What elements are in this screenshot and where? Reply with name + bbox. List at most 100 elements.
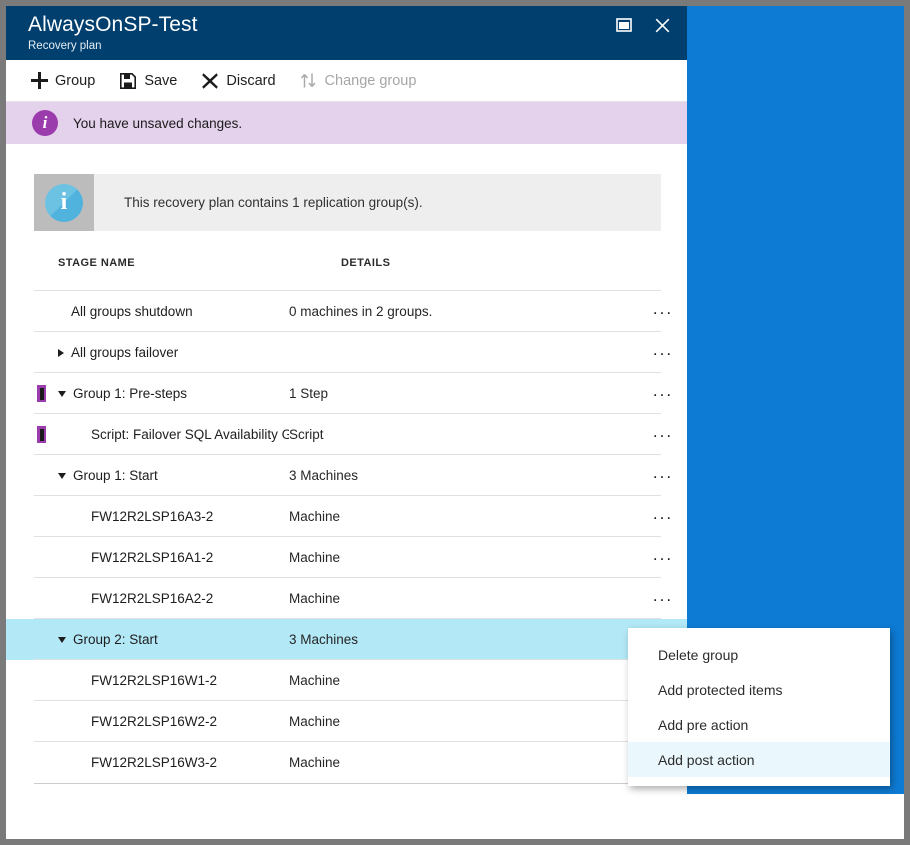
cell-details: Machine: [289, 673, 341, 688]
blade-title-bar: AlwaysOnSP-Test Recovery plan: [6, 6, 687, 60]
cell-details: Machine: [289, 591, 341, 606]
toggle-placeholder: [78, 676, 84, 685]
cell-stage-name: FW12R2LSP16W3-2: [6, 755, 289, 770]
toggle-placeholder: [78, 717, 84, 726]
cell-details: Machine: [289, 755, 341, 770]
page-title: AlwaysOnSP-Test: [28, 13, 198, 36]
change-group-label: Change group: [324, 72, 417, 89]
stage-name-label: FW12R2LSP16W2-2: [91, 714, 218, 729]
column-header-stage-name: STAGE NAME: [58, 257, 136, 269]
column-header-details: DETAILS: [341, 257, 391, 269]
chevron-down-icon[interactable]: [58, 472, 66, 479]
cell-stage-name: All groups shutdown: [6, 304, 289, 319]
cell-stage-name: FW12R2LSP16A1-2: [6, 550, 289, 565]
chevron-down-icon[interactable]: [58, 390, 66, 397]
table-row[interactable]: FW12R2LSP16A1-2 Machine...: [6, 536, 687, 578]
cell-details: 3 Machines: [289, 468, 359, 483]
row-more-button[interactable]: ...: [639, 464, 687, 484]
stage-name-label: FW12R2LSP16A2-2: [91, 591, 214, 606]
table-row[interactable]: FW12R2LSP16W3-2Machine...: [6, 741, 687, 784]
swap-arrows-icon: [300, 72, 318, 90]
toggle-placeholder: [58, 307, 64, 316]
cell-stage-name: All groups failover: [6, 345, 289, 360]
plus-icon: [30, 72, 48, 90]
chevron-right-icon[interactable]: [58, 348, 64, 357]
table-row[interactable]: FW12R2LSP16A2-2 Machine...: [6, 577, 687, 619]
table-row[interactable]: Group 2: Start3 Machines...: [6, 618, 687, 660]
table-header: STAGE NAME DETAILS: [6, 257, 687, 291]
stage-name-label: FW12R2LSP16A1-2: [91, 550, 214, 565]
row-separator: [34, 454, 661, 455]
save-button[interactable]: Save: [119, 72, 177, 90]
row-separator: [34, 741, 661, 742]
info-circle-large-icon: i: [45, 183, 83, 222]
cell-stage-name: FW12R2LSP16A3-2: [6, 509, 289, 524]
stage-name-label: FW12R2LSP16A3-2: [91, 509, 214, 524]
row-separator: [34, 618, 661, 619]
stage-name-label: All groups shutdown: [71, 304, 193, 319]
context-menu-item[interactable]: Add post action: [628, 742, 890, 777]
stage-name-label: Group 1: Pre-steps: [73, 386, 188, 401]
add-group-button[interactable]: Group: [30, 72, 95, 90]
toggle-placeholder: [78, 553, 84, 562]
replication-group-infobox: i This recovery plan contains 1 replicat…: [34, 174, 661, 231]
row-more-button[interactable]: ...: [639, 546, 687, 566]
screenshot-frame: AlwaysOnSP-Test Recovery plan Group Save…: [0, 0, 910, 845]
cell-details: 0 machines in 2 groups.: [289, 304, 433, 319]
infobox-icon-cell: i: [34, 174, 94, 231]
page-subtitle: Recovery plan: [28, 40, 102, 52]
unsaved-changes-text: You have unsaved changes.: [73, 115, 243, 131]
row-more-button[interactable]: ...: [639, 423, 687, 443]
cell-details: 3 Machines: [289, 632, 359, 647]
discard-label: Discard: [226, 72, 276, 89]
row-more-button[interactable]: ...: [639, 587, 687, 607]
discard-button[interactable]: Discard: [201, 72, 276, 90]
stages-table: STAGE NAME DETAILS All groups shutdown 0 …: [6, 257, 687, 784]
cell-details: Machine: [289, 714, 341, 729]
close-icon[interactable]: [651, 14, 673, 36]
stage-name-label: Group 1: Start: [73, 468, 158, 483]
table-row[interactable]: Group 1: Start 3 Machines...: [6, 454, 687, 496]
table-body: All groups shutdown 0 machines in 2 group…: [6, 290, 687, 784]
command-toolbar: Group Save Discard Change group: [6, 60, 687, 102]
table-row[interactable]: FW12R2LSP16W2-2Machine...: [6, 700, 687, 742]
change-group-button[interactable]: Change group: [300, 72, 417, 90]
row-more-button[interactable]: ...: [639, 341, 687, 361]
context-menu-item[interactable]: Add pre action: [628, 707, 890, 742]
row-more-button[interactable]: ...: [639, 382, 687, 402]
cell-stage-name: FW12R2LSP16W2-2: [6, 714, 289, 729]
cell-stage-name: Group 1: Pre-steps: [6, 386, 289, 401]
table-row[interactable]: All groups failover...: [6, 331, 687, 373]
chevron-down-icon[interactable]: [58, 636, 66, 643]
restore-icon[interactable]: [613, 14, 635, 36]
table-row[interactable]: Group 1: Pre-steps 1 Step...: [6, 372, 687, 414]
table-row[interactable]: FW12R2LSP16W1-2Machine...: [6, 659, 687, 701]
save-label: Save: [144, 72, 178, 89]
stage-name-label: Script: Failover SQL Availability Gro...: [91, 427, 289, 442]
cell-details: Script: [289, 427, 324, 442]
save-disk-icon: [119, 72, 137, 90]
row-separator: [34, 413, 661, 414]
window-controls: [613, 14, 673, 36]
cell-stage-name: FW12R2LSP16A2-2: [6, 591, 289, 606]
stage-name-label: FW12R2LSP16W3-2: [91, 755, 218, 770]
script-marker-icon: [37, 426, 46, 443]
row-separator: [34, 290, 661, 291]
row-context-menu: Delete group Add protected items Add pre a…: [628, 628, 890, 786]
add-group-label: Group: [55, 72, 96, 89]
cell-stage-name: Script: Failover SQL Availability Gro...: [6, 427, 289, 442]
row-separator: [34, 577, 661, 578]
stage-name-label: Group 2: Start: [73, 632, 158, 647]
infobox-text: This recovery plan contains 1 replicatio…: [124, 195, 423, 210]
toggle-placeholder: [78, 430, 84, 439]
context-menu-item[interactable]: Add protected items: [628, 672, 890, 707]
row-separator: [34, 495, 661, 496]
table-row[interactable]: FW12R2LSP16A3-2 Machine...: [6, 495, 687, 537]
context-menu-item[interactable]: Delete group: [628, 637, 890, 672]
row-separator: [34, 536, 661, 537]
table-row[interactable]: All groups shutdown 0 machines in 2 group…: [6, 290, 687, 332]
row-more-button[interactable]: ...: [639, 505, 687, 525]
row-more-button[interactable]: ...: [639, 300, 687, 320]
toggle-placeholder: [78, 594, 84, 603]
table-row[interactable]: Script: Failover SQL Availability Gro...…: [6, 413, 687, 455]
